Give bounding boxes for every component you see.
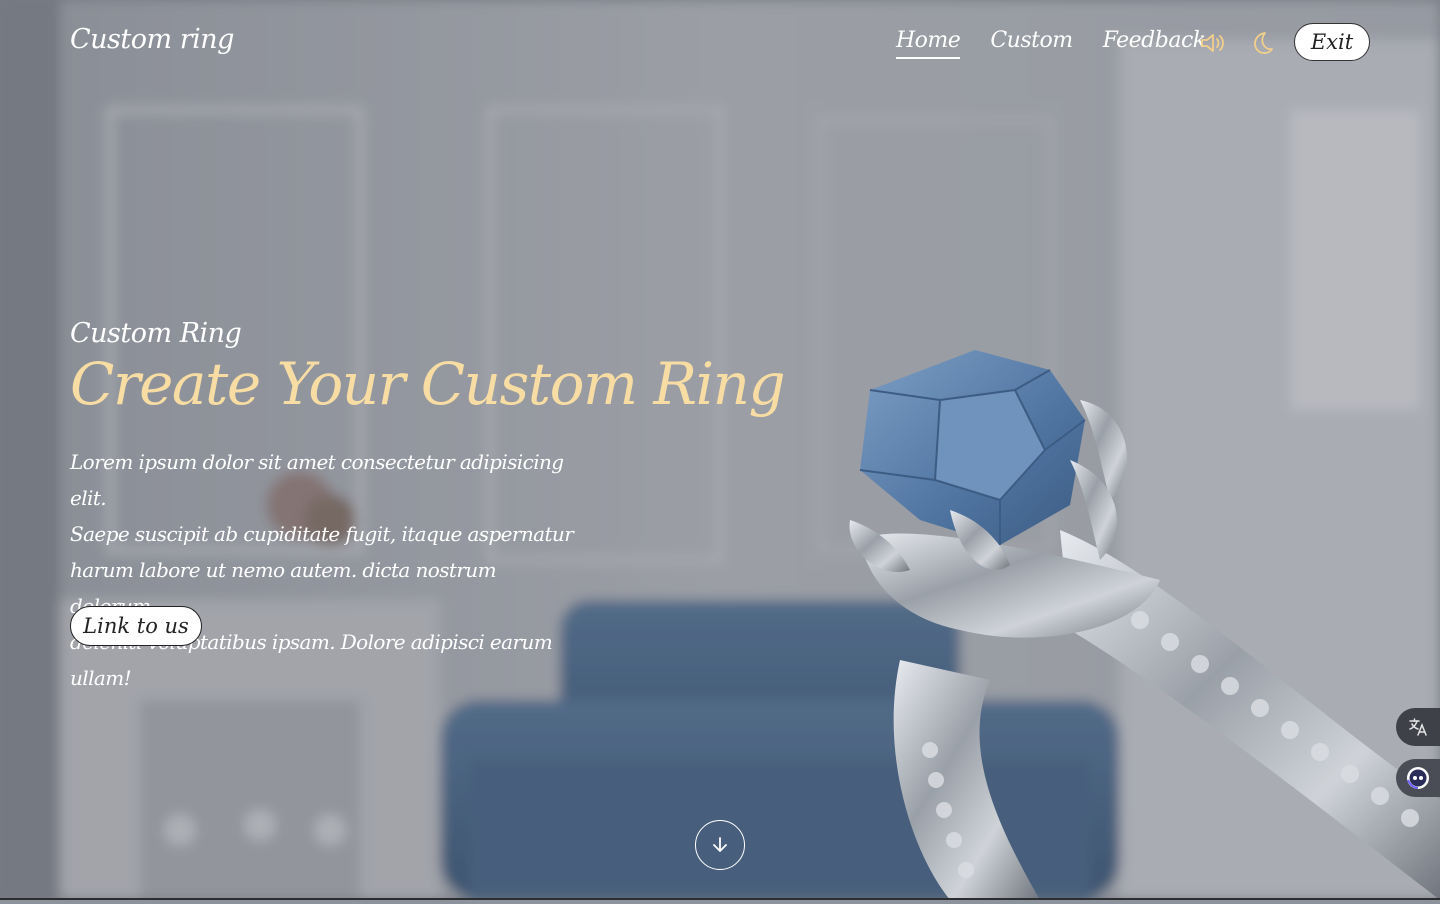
nav-home[interactable]: Home bbox=[896, 28, 961, 59]
scroll-down-button[interactable] bbox=[695, 820, 745, 870]
arrow-down-icon bbox=[713, 837, 727, 852]
hero-description: Lorem ipsum dolor sit amet consectetur a… bbox=[70, 444, 580, 696]
hero-description-line: Saepe suscipit ab cupiditate fugit, itaq… bbox=[70, 522, 574, 546]
hero-title: Create Your Custom Ring bbox=[70, 350, 786, 418]
site-header: Custom ring Home Custom Feedback Exit bbox=[0, 0, 1440, 88]
site-logo[interactable]: Custom ring bbox=[70, 24, 234, 55]
ring-3d-model[interactable] bbox=[840, 330, 1440, 900]
nav-custom[interactable]: Custom bbox=[990, 28, 1073, 59]
assistant-button[interactable] bbox=[1396, 759, 1440, 797]
nav-feedback[interactable]: Feedback bbox=[1103, 28, 1207, 59]
sound-icon[interactable] bbox=[1199, 30, 1225, 60]
translate-icon bbox=[1409, 718, 1427, 736]
hero-description-line: Lorem ipsum dolor sit amet consectetur a… bbox=[70, 450, 564, 510]
link-to-us-button[interactable]: Link to us bbox=[70, 606, 202, 646]
main-nav: Home Custom Feedback bbox=[896, 28, 1206, 59]
moon-icon[interactable] bbox=[1249, 30, 1275, 60]
assistant-icon bbox=[1407, 767, 1429, 789]
translate-button[interactable] bbox=[1396, 708, 1440, 746]
hero-eyebrow: Custom Ring bbox=[70, 318, 242, 349]
exit-button[interactable]: Exit bbox=[1294, 23, 1370, 61]
